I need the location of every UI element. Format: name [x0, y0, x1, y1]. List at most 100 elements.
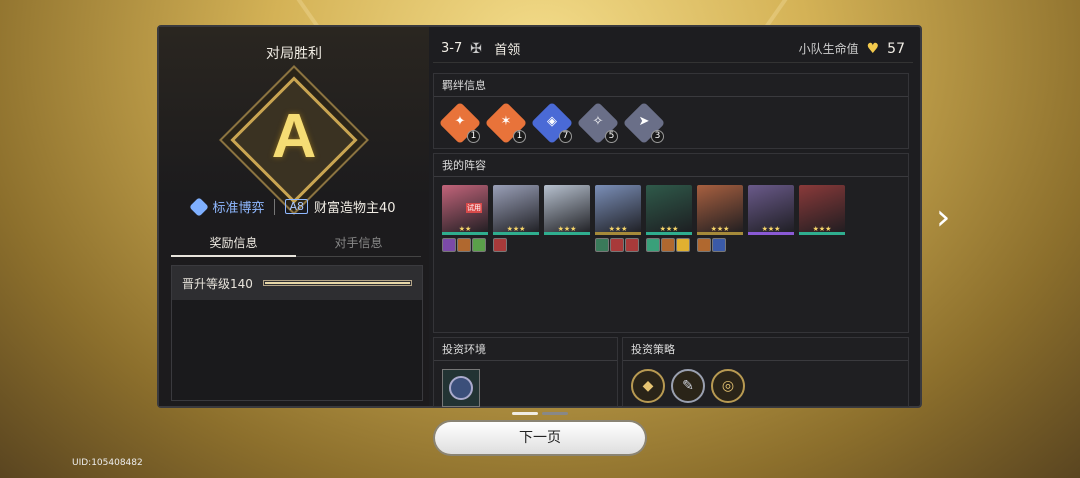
strategy-title: 投资策略	[623, 338, 908, 361]
bond-icon: ➤	[638, 114, 650, 129]
mode-row: 标准博弈 A8 财富造物主40	[159, 196, 429, 217]
unit-card[interactable]: ★★★	[493, 185, 539, 252]
bond-item[interactable]: ◈ 7	[530, 101, 574, 145]
team-hp-label: 小队生命值	[798, 42, 859, 56]
equipment-icon[interactable]	[646, 238, 660, 252]
heart-icon: ♥	[866, 40, 880, 57]
reward-row: 晋升等级140	[172, 266, 422, 300]
stage-header: 3-7 ✠ 首领 小队生命值 ♥ 57	[433, 35, 913, 63]
stage-type: 首领	[494, 43, 521, 58]
bond-list: ✦ 1 ✶ 1 ◈ 7 ✧ 5 ➤ 3	[434, 97, 908, 149]
bond-count: 3	[651, 130, 664, 143]
unit-portrait: ★★★	[748, 185, 794, 235]
equipment-icon[interactable]	[712, 238, 726, 252]
divider	[274, 198, 276, 215]
unit-items	[442, 238, 488, 252]
team-hp-value: 57	[887, 40, 905, 57]
unit-items	[493, 238, 539, 252]
uid-label: UID:105408482	[72, 458, 143, 468]
equipment-icon[interactable]	[457, 238, 471, 252]
tab-opponent-info[interactable]: 对手信息	[296, 231, 421, 257]
bond-icon: ✦	[454, 114, 466, 129]
equipment-icon[interactable]	[493, 238, 507, 252]
bond-count: 5	[605, 130, 618, 143]
bond-icon: ✧	[592, 114, 604, 129]
bond-count: 7	[559, 130, 572, 143]
page-indicator	[512, 412, 568, 415]
equipment-icon[interactable]	[697, 238, 711, 252]
unit-card[interactable]: ★★★	[697, 185, 743, 252]
unit-card[interactable]: ★★★	[595, 185, 641, 252]
rank-letter: A	[271, 102, 317, 171]
unit-rarity-bar	[799, 232, 845, 235]
page-dot	[542, 412, 568, 415]
info-tabs: 奖励信息 对手信息	[171, 231, 421, 257]
boss-icon: ✠	[470, 40, 482, 57]
bond-count: 1	[513, 130, 526, 143]
page-dot-active	[512, 412, 538, 415]
bonds-title: 羁绊信息	[434, 74, 908, 97]
reward-progress-bar	[262, 280, 412, 286]
environment-title: 投资环境	[434, 338, 617, 361]
environment-icon[interactable]	[442, 369, 480, 407]
equipment-icon[interactable]	[442, 238, 456, 252]
reward-list: 晋升等级140	[171, 265, 423, 401]
unit-items	[646, 238, 692, 252]
result-summary: 对局胜利 A 标准博弈 A8 财富造物主40 奖励信息 对手信息 晋升等级140	[159, 27, 429, 406]
shield-icon	[449, 376, 473, 400]
unit-card[interactable]: ★★★	[799, 185, 845, 252]
unit-rarity-bar	[544, 232, 590, 235]
lineup-section: 我的阵容 ★★ 试用 ★★★ ★★★ ★★★ ★★★ ★★★ ★★★ ★★★	[433, 153, 909, 333]
unit-portrait: ★★★	[697, 185, 743, 235]
stage-number: 3-7	[441, 41, 463, 56]
unit-portrait: ★★★	[799, 185, 845, 235]
next-arrow-icon[interactable]: ›	[936, 196, 966, 240]
strategy-list: ◆ ✎ ◎	[623, 361, 908, 411]
match-details: 3-7 ✠ 首领 小队生命值 ♥ 57 羁绊信息 ✦ 1 ✶ 1 ◈ 7 ✧ 5 ➤ 3 我的阵容…	[433, 35, 913, 407]
unit-portrait: ★★ 试用	[442, 185, 488, 235]
mode-icon	[189, 196, 210, 217]
reward-progress-fill	[264, 282, 410, 284]
environment-section: 投资环境	[433, 337, 618, 407]
strategy-icon[interactable]: ◎	[711, 369, 745, 403]
mode-label: 标准博弈	[212, 201, 265, 216]
bond-icon: ◈	[547, 114, 557, 129]
unit-card[interactable]: ★★★	[748, 185, 794, 252]
tab-reward-info[interactable]: 奖励信息	[171, 231, 296, 257]
equipment-icon[interactable]	[595, 238, 609, 252]
difficulty-badge: A8	[285, 199, 308, 214]
next-page-button[interactable]: 下一页	[435, 422, 645, 454]
unit-card[interactable]: ★★ 试用	[442, 185, 488, 252]
unit-portrait: ★★★	[646, 185, 692, 235]
unit-portrait: ★★★	[595, 185, 641, 235]
unit-card[interactable]: ★★★	[544, 185, 590, 252]
equipment-icon[interactable]	[625, 238, 639, 252]
victory-title: 对局胜利	[266, 46, 322, 62]
equipment-icon[interactable]	[676, 238, 690, 252]
strategy-icon[interactable]: ✎	[671, 369, 705, 403]
bond-item[interactable]: ✶ 1	[484, 101, 528, 145]
equipment-icon[interactable]	[661, 238, 675, 252]
unit-rarity-bar	[595, 232, 641, 235]
bond-icon: ✶	[500, 114, 512, 129]
equipment-icon[interactable]	[472, 238, 486, 252]
bond-count: 1	[467, 130, 480, 143]
bond-item[interactable]: ➤ 3	[622, 101, 666, 145]
equipment-icon[interactable]	[610, 238, 624, 252]
result-panel: 对局胜利 A 标准博弈 A8 财富造物主40 奖励信息 对手信息 晋升等级140	[157, 25, 922, 408]
unit-rarity-bar	[697, 232, 743, 235]
rank-emblem: A	[230, 76, 358, 204]
unit-card[interactable]: ★★★	[646, 185, 692, 252]
unit-list: ★★ 试用 ★★★ ★★★ ★★★ ★★★ ★★★ ★★★ ★★★	[434, 177, 908, 260]
difficulty-label: 财富造物主40	[314, 201, 396, 216]
unit-rarity-bar	[442, 232, 488, 235]
unit-portrait: ★★★	[544, 185, 590, 235]
trial-badge: 试用	[466, 203, 482, 213]
unit-rarity-bar	[748, 232, 794, 235]
strategy-icon[interactable]: ◆	[631, 369, 665, 403]
bond-item[interactable]: ✦ 1	[438, 101, 482, 145]
bond-item[interactable]: ✧ 5	[576, 101, 620, 145]
unit-rarity-bar	[646, 232, 692, 235]
strategy-section: 投资策略 ◆ ✎ ◎	[622, 337, 909, 407]
bonds-section: 羁绊信息 ✦ 1 ✶ 1 ◈ 7 ✧ 5 ➤ 3	[433, 73, 909, 149]
